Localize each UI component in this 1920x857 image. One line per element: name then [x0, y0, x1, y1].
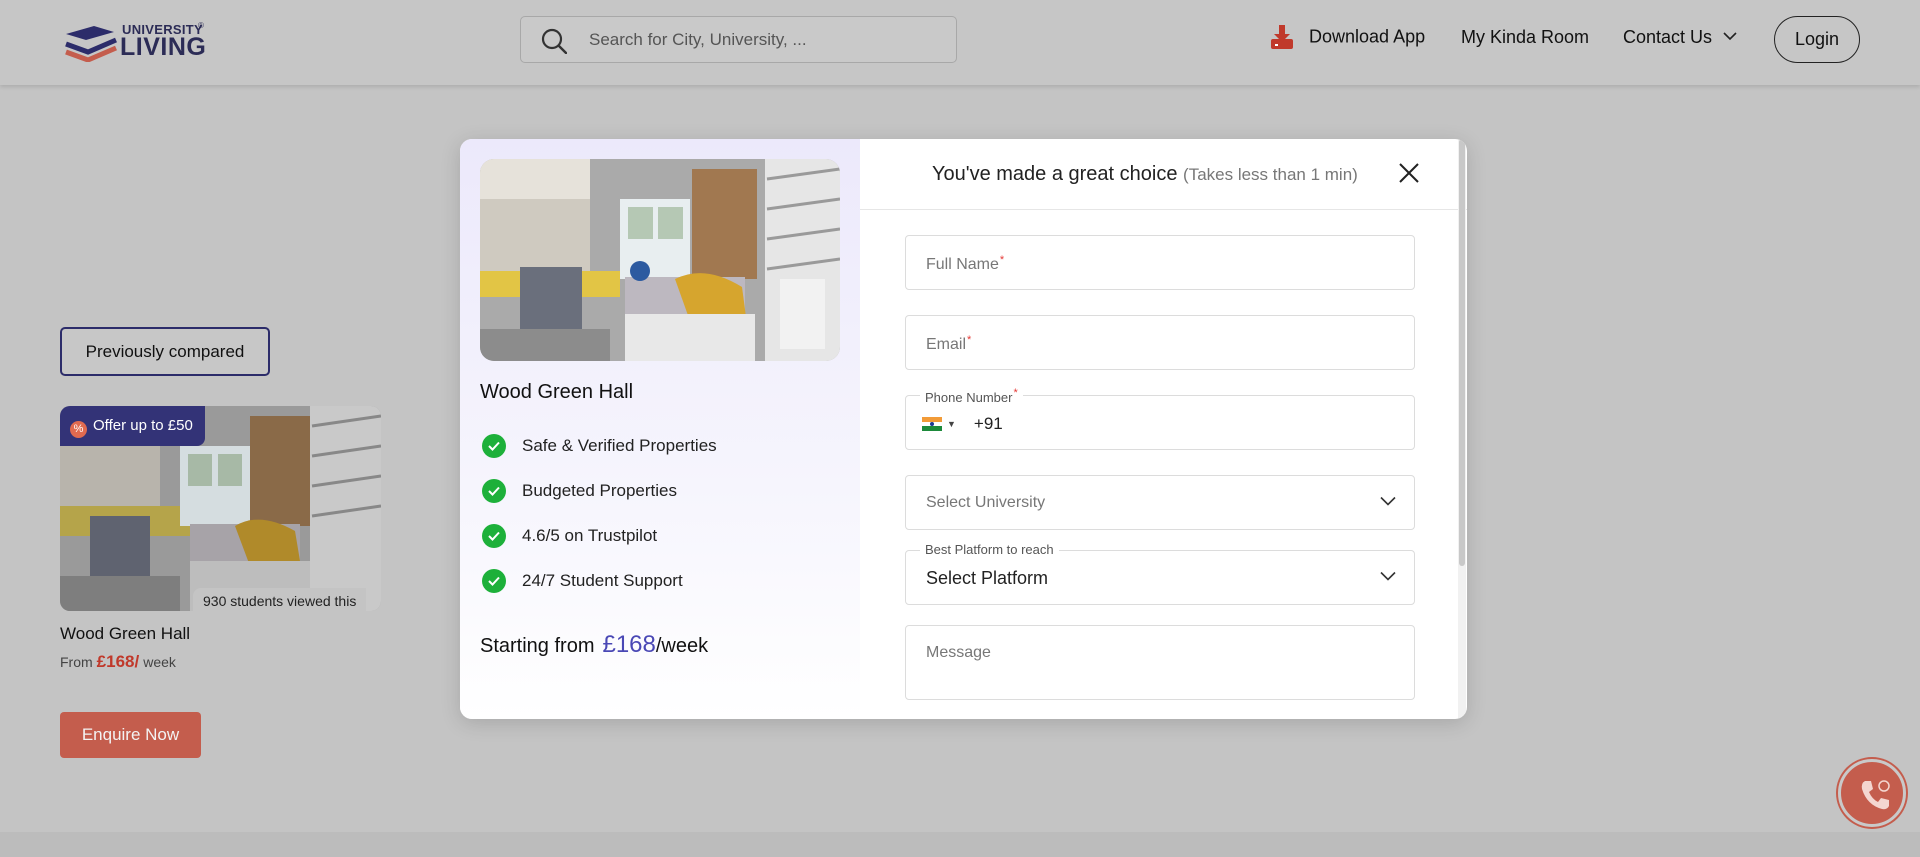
- search-icon: [541, 28, 567, 54]
- property-card-title[interactable]: Wood Green Hall: [60, 624, 190, 644]
- feature-item: Budgeted Properties: [482, 468, 717, 513]
- starting-label: Starting from: [480, 635, 595, 657]
- required-mark: *: [967, 334, 972, 346]
- nav-download-app[interactable]: Download App: [1270, 24, 1425, 50]
- chevron-down-icon: [1380, 496, 1396, 506]
- flag-icon[interactable]: [922, 417, 942, 431]
- viewed-count-badge: 930 students viewed this: [193, 588, 367, 612]
- price-suffix: week: [143, 654, 176, 670]
- feature-item: 24/7 Student Support: [482, 558, 717, 603]
- email-label: Email: [926, 336, 967, 353]
- footer-strip: [0, 832, 1920, 857]
- feature-item: 4.6/5 on Trustpilot: [482, 513, 717, 558]
- search-input[interactable]: [589, 27, 929, 53]
- chevron-down-icon: [1723, 32, 1737, 41]
- feature-label: 24/7 Student Support: [522, 570, 683, 590]
- modal-heading: You've made a great choice (Takes less t…: [932, 163, 1358, 186]
- platform-select[interactable]: Best Platform to reach Select Platform: [905, 542, 1415, 605]
- phone-label-text: Phone Number: [925, 390, 1013, 405]
- check-icon: [482, 568, 506, 593]
- logo-text-main: LIVING: [120, 33, 207, 61]
- dial-code: +91: [973, 414, 1003, 433]
- full-name-field[interactable]: Full Name*: [905, 235, 1415, 290]
- feature-label: Safe & Verified Properties: [522, 435, 717, 455]
- check-icon: [482, 433, 506, 458]
- country-caret-icon[interactable]: ▼: [947, 419, 956, 429]
- feature-label: 4.6/5 on Trustpilot: [522, 525, 658, 545]
- logo-mark-icon: [65, 26, 117, 62]
- download-icon: [1271, 25, 1293, 49]
- enquiry-modal: Wood Green Hall Safe & Verified Properti…: [460, 139, 1467, 719]
- platform-select-value: Select Platform: [926, 568, 1049, 588]
- modal-form-panel: You've made a great choice (Takes less t…: [860, 139, 1467, 719]
- full-name-label: Full Name: [926, 256, 999, 273]
- check-icon: [482, 478, 506, 503]
- close-button[interactable]: [1394, 159, 1424, 189]
- required-mark: *: [1013, 387, 1018, 399]
- feature-item: Safe & Verified Properties: [482, 423, 717, 468]
- chevron-down-icon: [1380, 571, 1396, 581]
- email-field[interactable]: Email*: [905, 315, 1415, 370]
- modal-heading-sub: (Takes less than 1 min): [1183, 165, 1358, 184]
- starting-price: Starting from £168/week: [480, 631, 708, 659]
- price-amount: £168/: [96, 652, 140, 671]
- modal-property-title: Wood Green Hall: [480, 381, 634, 403]
- full-name-placeholder: Full Name*: [926, 254, 1004, 274]
- phone-number-field[interactable]: Phone Number* ▼ +91: [905, 387, 1415, 450]
- email-placeholder: Email*: [926, 334, 971, 354]
- feature-label: Budgeted Properties: [522, 480, 677, 500]
- nav-contact-us[interactable]: Contact Us: [1623, 27, 1737, 48]
- price-prefix: From: [60, 654, 93, 670]
- form-scrollbar-thumb[interactable]: [1459, 139, 1465, 566]
- previously-compared-button[interactable]: Previously compared: [60, 327, 270, 376]
- property-card-price: From £168/week: [60, 652, 176, 672]
- phone-number-label: Phone Number*: [920, 387, 1023, 405]
- site-header: UNIVERSITY LIVING ® Download App My Kind…: [0, 0, 1920, 85]
- check-icon: [482, 523, 506, 548]
- feature-list: Safe & Verified Properties Budgeted Prop…: [482, 423, 717, 603]
- university-select-value: Select University: [926, 494, 1046, 511]
- logo-registered: ®: [198, 21, 204, 30]
- message-placeholder: Message: [926, 644, 991, 661]
- nav-my-kinda-room[interactable]: My Kinda Room: [1461, 27, 1589, 48]
- starting-price-unit: /week: [655, 635, 709, 657]
- university-select[interactable]: Select University: [905, 475, 1415, 530]
- property-image: [480, 159, 840, 361]
- modal-header: You've made a great choice (Takes less t…: [860, 139, 1467, 210]
- modal-heading-main: You've made a great choice: [932, 163, 1178, 185]
- university-living-logo[interactable]: UNIVERSITY LIVING ®: [64, 20, 214, 62]
- offer-text: Offer up to £50: [93, 417, 193, 434]
- offer-icon: %: [70, 421, 87, 438]
- search-box[interactable]: [520, 16, 957, 63]
- enquire-now-button[interactable]: Enquire Now: [60, 712, 201, 758]
- login-button[interactable]: Login: [1774, 16, 1860, 63]
- modal-property-panel: Wood Green Hall Safe & Verified Properti…: [460, 139, 860, 719]
- close-icon: [1399, 162, 1419, 183]
- nav-download-label: Download App: [1309, 26, 1426, 47]
- message-field[interactable]: Message: [905, 625, 1415, 700]
- call-button[interactable]: [1838, 759, 1906, 827]
- offer-badge: % Offer up to £50: [60, 406, 205, 446]
- platform-label: Best Platform to reach: [920, 542, 1059, 557]
- required-mark: *: [999, 254, 1005, 266]
- phone-icon: [1861, 780, 1890, 810]
- room-photo-large: [480, 159, 840, 361]
- nav-contact-label: Contact Us: [1623, 27, 1713, 47]
- starting-price-amount: £168: [602, 631, 656, 658]
- phone-row: ▼ +91: [922, 414, 1003, 434]
